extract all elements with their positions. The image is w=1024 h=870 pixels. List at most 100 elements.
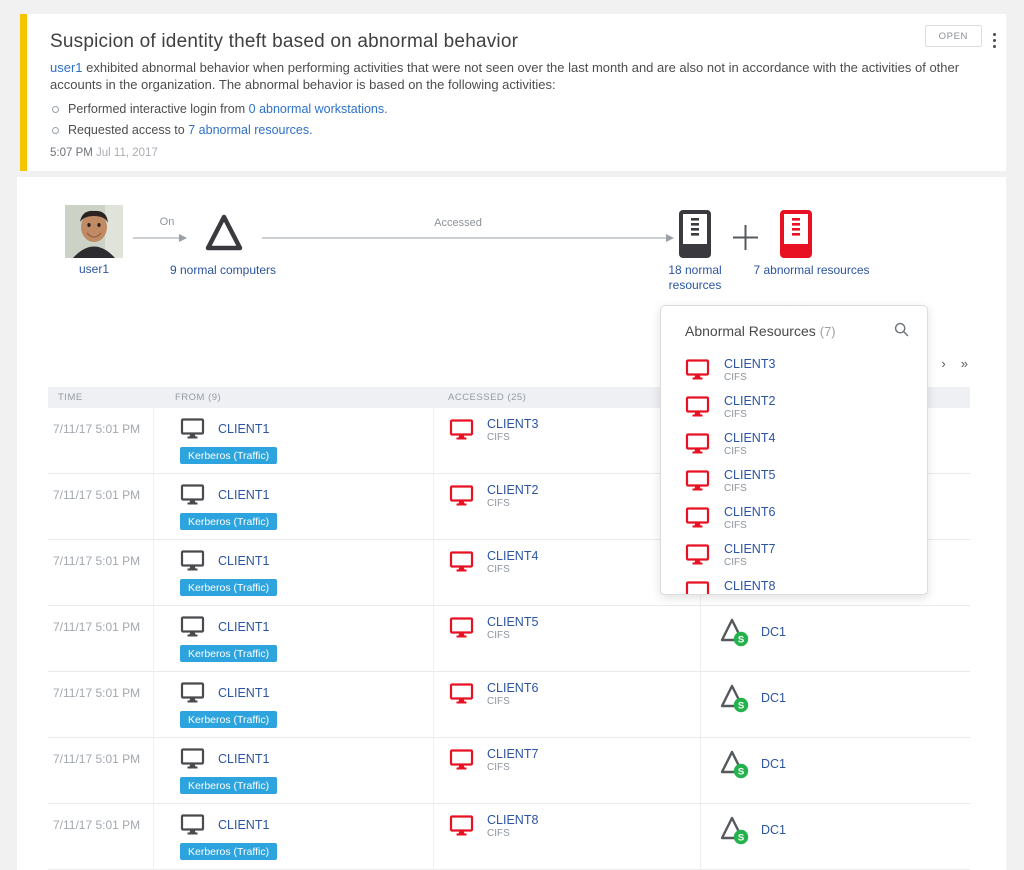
abnormal-computer-icon xyxy=(449,749,474,771)
accessed-resource-link[interactable]: CLIENT3 xyxy=(487,417,538,431)
on-arrow xyxy=(133,232,189,244)
accessed-resource-link[interactable]: CLIENT7 xyxy=(487,747,538,761)
column-header-from[interactable]: FROM (9) xyxy=(153,392,433,403)
normal-computers-icon[interactable] xyxy=(204,213,244,253)
source-computer-link[interactable]: CLIENT1 xyxy=(218,422,269,436)
protocol-badge: Kerberos (Traffic) xyxy=(180,513,277,530)
domain-controller-icon: S xyxy=(719,683,751,713)
accessed-resource-link[interactable]: CLIENT4 xyxy=(487,549,538,563)
protocol-badge: Kerberos (Traffic) xyxy=(180,843,277,860)
table-row: 7/11/17 5:01 PM CLIENT1 Kerberos (Traffi… xyxy=(48,738,970,804)
abnormal-resources-diagram-link[interactable]: 7 abnormal resources xyxy=(750,263,873,278)
on-label: On xyxy=(142,216,192,228)
source-computer-link[interactable]: CLIENT1 xyxy=(218,620,269,634)
accessed-resource-link[interactable]: CLIENT5 xyxy=(487,615,538,629)
abnormal-workstations-link[interactable]: 0 abnormal workstations. xyxy=(249,102,388,116)
workstation-icon xyxy=(180,550,205,572)
from-cell: CLIENT1 Kerberos (Traffic) xyxy=(153,672,433,737)
source-computer-link[interactable]: CLIENT1 xyxy=(218,488,269,502)
abnormal-resources-link[interactable]: 7 abnormal resources. xyxy=(188,123,312,137)
resource-link[interactable]: CLIENT5 xyxy=(724,468,775,482)
to-cell: S DC1 xyxy=(700,804,970,869)
abnormal-computer-icon xyxy=(685,433,710,455)
resource-protocol-label: CIFS xyxy=(724,520,775,531)
resource-protocol-label: CIFS xyxy=(724,483,775,494)
dc-link[interactable]: DC1 xyxy=(761,691,786,705)
source-computer-link[interactable]: CLIENT1 xyxy=(218,554,269,568)
alert-card: Suspicion of identity theft based on abn… xyxy=(20,14,1006,171)
domain-controller-icon: S xyxy=(719,815,751,845)
from-cell: CLIENT1 Kerberos (Traffic) xyxy=(153,408,433,473)
user-link[interactable]: user1 xyxy=(50,60,83,75)
resource-link[interactable]: CLIENT3 xyxy=(724,357,775,371)
list-item[interactable]: CLIENT6 CIFS xyxy=(661,499,927,536)
normal-resources-icon[interactable] xyxy=(679,210,711,258)
resource-link[interactable]: CLIENT4 xyxy=(724,431,775,445)
accessed-resource-link[interactable]: CLIENT2 xyxy=(487,483,538,497)
resource-link[interactable]: CLIENT8 xyxy=(724,579,775,593)
resource-protocol-label: CIFS xyxy=(724,557,775,568)
list-item[interactable]: CLIENT7 CIFS xyxy=(661,536,927,573)
abnormal-computer-icon xyxy=(449,485,474,507)
accessed-resource-link[interactable]: CLIENT6 xyxy=(487,681,538,695)
dc-link[interactable]: DC1 xyxy=(761,625,786,639)
abnormal-computer-icon xyxy=(449,815,474,837)
resource-link[interactable]: CLIENT2 xyxy=(724,394,775,408)
domain-controller-icon: S xyxy=(719,749,751,779)
alert-detail-card: user1 On 9 normal computers Accessed 18 … xyxy=(17,177,1006,870)
list-item[interactable]: CLIENT5 CIFS xyxy=(661,462,927,499)
plus-icon xyxy=(732,224,759,251)
list-item[interactable]: CLIENT2 CIFS xyxy=(661,388,927,425)
dc-link[interactable]: DC1 xyxy=(761,757,786,771)
kebab-menu-icon[interactable] xyxy=(990,30,999,51)
dc-link[interactable]: DC1 xyxy=(761,823,786,837)
normal-computers-link[interactable]: 9 normal computers xyxy=(169,263,277,278)
resource-protocol-label: CIFS xyxy=(487,630,538,641)
user-entity-link[interactable]: user1 xyxy=(65,262,123,277)
accessed-arrow xyxy=(262,232,676,244)
popup-resource-list: CLIENT3 CIFS CLIENT2 CIFS CLIENT4 CIFS xyxy=(661,351,927,595)
to-cell: S DC1 xyxy=(700,738,970,803)
resource-protocol-label: CIFS xyxy=(724,372,775,383)
page-title: Suspicion of identity theft based on abn… xyxy=(50,31,518,53)
bullet-text: Requested access to xyxy=(68,123,185,137)
from-cell: CLIENT1 Kerberos (Traffic) xyxy=(153,738,433,803)
list-item[interactable]: CLIENT4 CIFS xyxy=(661,425,927,462)
last-page-icon[interactable]: » xyxy=(961,359,968,369)
next-page-icon[interactable]: › xyxy=(941,359,945,369)
source-computer-link[interactable]: CLIENT1 xyxy=(218,686,269,700)
alert-date: Jul 11, 2017 xyxy=(96,147,158,159)
list-item[interactable]: CLIENT3 CIFS xyxy=(661,351,927,388)
from-cell: CLIENT1 Kerberos (Traffic) xyxy=(153,606,433,671)
list-item[interactable]: CLIENT8 CIFS xyxy=(661,573,927,595)
to-cell: S DC1 xyxy=(700,672,970,737)
from-cell: CLIENT1 Kerberos (Traffic) xyxy=(153,474,433,539)
from-cell: CLIENT1 Kerberos (Traffic) xyxy=(153,804,433,869)
source-computer-link[interactable]: CLIENT1 xyxy=(218,752,269,766)
resource-protocol-label: CIFS xyxy=(724,409,775,420)
time-cell: 7/11/17 5:01 PM xyxy=(48,672,153,737)
abnormal-computer-icon xyxy=(685,470,710,492)
abnormal-computer-icon xyxy=(685,507,710,529)
column-header-time[interactable]: TIME xyxy=(48,392,153,403)
abnormal-resources-icon[interactable] xyxy=(780,210,812,258)
alert-description-text: exhibited abnormal behavior when perform… xyxy=(50,60,959,92)
source-computer-link[interactable]: CLIENT1 xyxy=(218,818,269,832)
avatar[interactable] xyxy=(65,205,123,258)
resource-protocol-label: CIFS xyxy=(487,828,538,839)
resource-protocol-label: CIFS xyxy=(487,762,538,773)
resource-link[interactable]: CLIENT7 xyxy=(724,542,775,556)
workstation-icon xyxy=(180,814,205,836)
normal-resources-link[interactable]: 18 normal resources xyxy=(649,263,741,292)
popup-title: Abnormal Resources xyxy=(685,323,816,339)
open-status-button[interactable]: OPEN xyxy=(925,25,982,47)
accessed-resource-link[interactable]: CLIENT8 xyxy=(487,813,538,827)
svg-text:S: S xyxy=(738,700,744,711)
protocol-badge: Kerberos (Traffic) xyxy=(180,777,277,794)
accessed-label: Accessed xyxy=(408,217,508,229)
time-cell: 7/11/17 5:01 PM xyxy=(48,474,153,539)
resource-link[interactable]: CLIENT6 xyxy=(724,505,775,519)
bullet-text: Performed interactive login from xyxy=(68,102,245,116)
search-icon[interactable] xyxy=(894,322,909,337)
from-cell: CLIENT1 Kerberos (Traffic) xyxy=(153,540,433,605)
